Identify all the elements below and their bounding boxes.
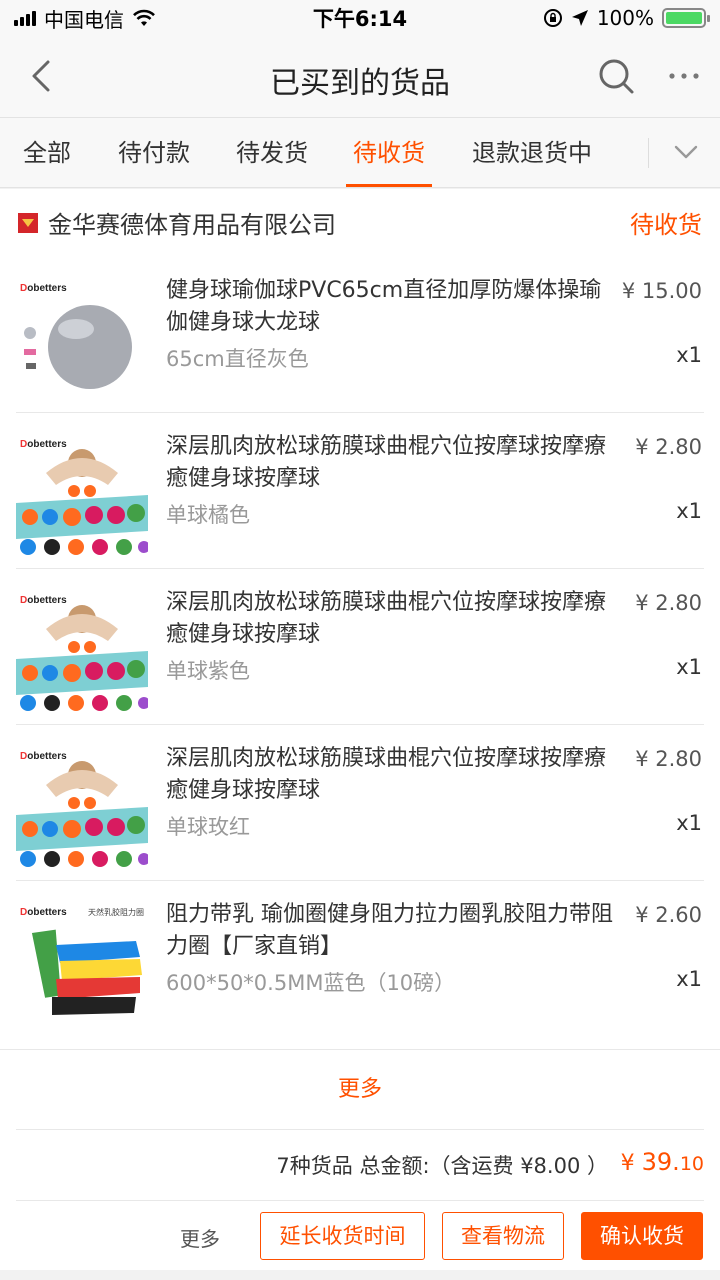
product-title[interactable]: 深层肌肉放松球筋膜球曲棍穴位按摩球按摩療癒健身球按摩球 [166, 431, 616, 495]
product-title[interactable]: 阻力带乳 瑜伽圈健身阻力拉力圈乳胶阻力带阻力圈【厂家直销】 [166, 899, 616, 963]
status-bar: 中国电信 下午6:14 100% [0, 0, 720, 36]
svg-text:Dobetters: Dobetters [20, 595, 67, 606]
active-tab-indicator [346, 184, 432, 187]
product-price: ¥ 2.80 [635, 591, 702, 615]
product-qty: x1 [676, 343, 702, 367]
product-qty: x1 [676, 811, 702, 835]
product-image[interactable]: Dobetters [16, 433, 148, 561]
product-price: ¥ 2.60 [635, 903, 702, 927]
nav-bar: 已买到的货品 [0, 36, 720, 118]
product-qty: x1 [676, 499, 702, 523]
product-image[interactable]: Dobetters [16, 745, 148, 873]
svg-text:Dobetters: Dobetters [20, 907, 67, 918]
tab-pending-payment[interactable]: 待付款 [116, 118, 192, 187]
order-total: ¥ 39.10 [620, 1148, 704, 1176]
extend-receipt-time-button[interactable]: 延长收货时间 [260, 1212, 425, 1260]
signal-icon [14, 10, 36, 26]
search-icon[interactable] [596, 56, 636, 96]
tab-pending-receipt[interactable]: 待收货 [346, 118, 432, 187]
product-spec: 单球橘色 [166, 503, 250, 527]
carrier-label: 中国电信 [44, 7, 124, 32]
tab-pending-shipment[interactable]: 待发货 [234, 118, 310, 187]
product-title[interactable]: 深层肌肉放松球筋膜球曲棍穴位按摩球按摩療癒健身球按摩球 [166, 587, 616, 651]
product-qty: x1 [676, 967, 702, 991]
order-item[interactable]: Dobetters 健身球瑜伽球PVC65cm直径加厚防爆体操瑜伽健身球大龙球 … [0, 257, 720, 413]
product-image[interactable]: Dobetters 天然乳胶阻力圈 [16, 901, 148, 1029]
product-price: ¥ 2.80 [635, 747, 702, 771]
product-title[interactable]: 健身球瑜伽球PVC65cm直径加厚防爆体操瑜伽健身球大龙球 [166, 275, 616, 339]
svg-text:Dobetters: Dobetters [20, 751, 67, 762]
summary-text: 7种货品 总金额:（含运费 ¥8.00 ） [276, 1154, 608, 1178]
order-item[interactable]: Dobetters 深层肌肉放松球筋膜球曲棍穴位按摩球按摩療癒健身球按摩球 ¥ … [0, 725, 720, 881]
location-icon [571, 10, 588, 26]
product-price: ¥ 15.00 [621, 279, 702, 303]
product-image[interactable]: Dobetters [16, 589, 148, 717]
product-price: ¥ 2.80 [635, 435, 702, 459]
order-tabs: 全部 待付款 待发货 待收货 退款退货中 [0, 118, 720, 188]
order-item[interactable]: Dobetters 深层肌肉放松球筋膜球曲棍穴位按摩球按摩療癒健身球按摩球 ¥ … [0, 413, 720, 569]
product-qty: x1 [676, 655, 702, 679]
order-item[interactable]: Dobetters 深层肌肉放松球筋膜球曲棍穴位按摩球按摩療癒健身球按摩球 ¥ … [0, 569, 720, 725]
product-spec: 65cm直径灰色 [166, 347, 309, 371]
more-actions-button[interactable]: 更多 [180, 1223, 220, 1252]
svg-text:Dobetters: Dobetters [20, 439, 67, 450]
order-actions: 更多 延长收货时间 查看物流 确认收货 [0, 1201, 720, 1270]
product-title[interactable]: 深层肌肉放松球筋膜球曲棍穴位按摩球按摩療癒健身球按摩球 [166, 743, 616, 807]
chevron-down-icon[interactable] [662, 133, 710, 173]
product-image[interactable]: Dobetters [16, 277, 148, 405]
rotation-lock-icon [543, 9, 562, 27]
product-spec: 单球玫红 [166, 815, 250, 839]
shop-header[interactable]: 金华赛德体育用品有限公司 待收货 [0, 189, 720, 257]
order-card: 金华赛德体育用品有限公司 待收货 Dobetters 健身球瑜伽球PVC65cm… [0, 189, 720, 1270]
tab-refund[interactable]: 退款退货中 [470, 118, 594, 187]
view-logistics-button[interactable]: 查看物流 [442, 1212, 564, 1260]
order-status: 待收货 [630, 211, 702, 239]
order-summary: 7种货品 总金额:（含运费 ¥8.00 ） ¥ 39.10 [16, 1129, 704, 1201]
tab-all[interactable]: 全部 [22, 118, 72, 187]
product-spec: 单球紫色 [166, 659, 250, 683]
shop-logo-icon [18, 213, 38, 233]
more-icon[interactable] [664, 56, 704, 96]
battery-percent: 100% [596, 6, 654, 30]
show-more-items-link[interactable]: 更多 [0, 1049, 720, 1129]
tabs-divider [648, 138, 649, 168]
battery-icon [662, 8, 710, 28]
confirm-receipt-button[interactable]: 确认收货 [581, 1212, 703, 1260]
order-item[interactable]: Dobetters 天然乳胶阻力圈 阻力带乳 瑜伽圈健身阻力拉力圈乳胶阻力带阻力… [0, 881, 720, 1037]
product-spec: 600*50*0.5MM蓝色（10磅） [166, 971, 456, 995]
wifi-icon [133, 9, 155, 26]
shop-name[interactable]: 金华赛德体育用品有限公司 [48, 205, 336, 240]
svg-text:Dobetters: Dobetters [20, 283, 67, 294]
thumb-caption: 天然乳胶阻力圈 [88, 907, 144, 917]
